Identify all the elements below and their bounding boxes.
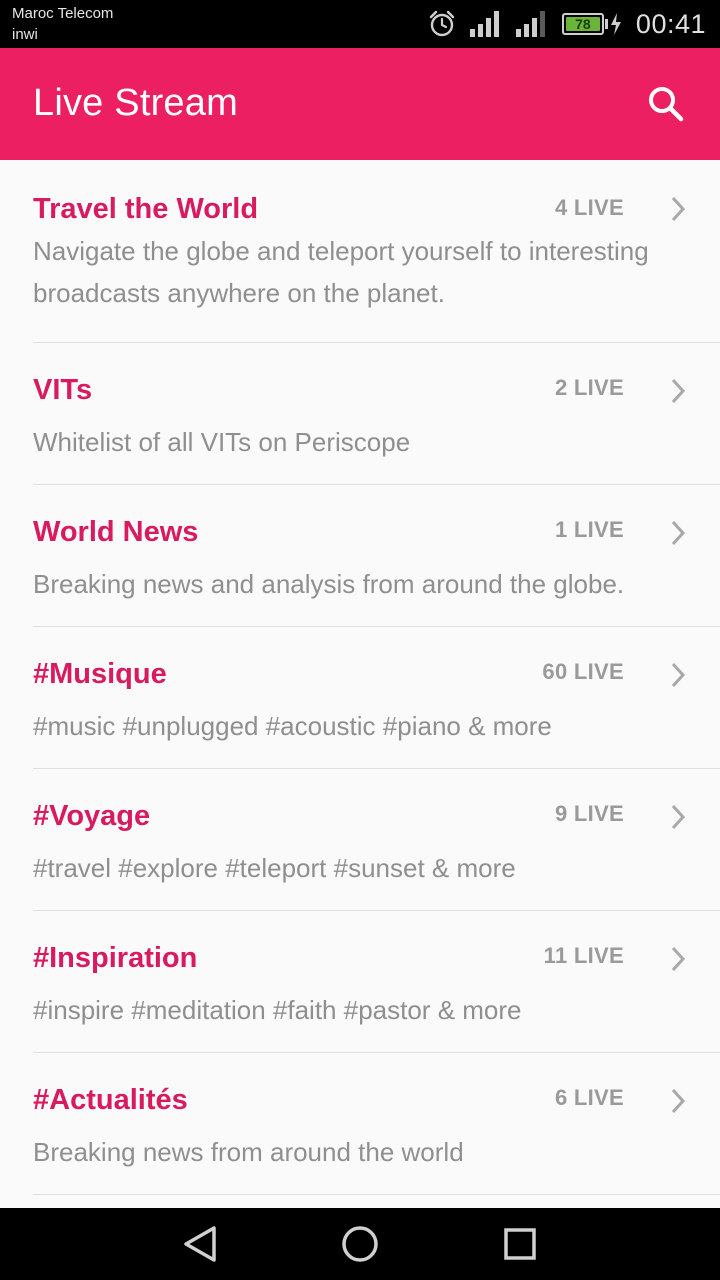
chevron-right-icon [671,196,686,222]
channel-title: #Musique [33,658,167,690]
channel-description: #music #unplugged #acoustic #piano & mor… [33,711,552,741]
chevron-right-icon [671,804,686,830]
channel-title: #Inspiration [33,942,198,974]
page-title: Live Stream [33,82,238,124]
channel-title: VITs [33,374,93,406]
channel-description: Breaking news and analysis from around t… [33,569,625,599]
chevron-right-icon [671,946,686,972]
battery-charging-icon: 78 [561,13,622,35]
channel-row-inspiration[interactable]: #Inspiration 11 LIVE #inspire #meditatio… [0,911,720,1053]
channel-title: World News [33,516,199,548]
chevron-right-icon [671,520,686,546]
recents-icon [504,1228,536,1260]
channel-title: #Actualités [33,1084,188,1116]
channel-description: #travel #explore #teleport #sunset & mor… [33,853,516,883]
signal-icon-2 [515,11,548,37]
home-icon [342,1226,378,1262]
channel-title: #Voyage [33,800,151,832]
carrier-info: Maroc Telecom inwi [12,4,113,46]
live-count: 9 LIVE [554,801,624,826]
back-button[interactable] [178,1222,222,1266]
live-count: 1 LIVE [554,517,624,542]
app-bar: Live Stream [0,48,720,160]
channel-description: Breaking news from around the world [33,1137,464,1167]
divider [33,1194,720,1195]
channel-description: Navigate the globe and teleport yourself… [33,236,649,308]
back-icon [184,1226,216,1262]
channel-row-world-news[interactable]: World News 1 LIVE Breaking news and anal… [0,485,720,627]
channel-description: Whitelist of all VITs on Periscope [33,427,411,457]
channel-list: Travel the World 4 LIVE Navigate the glo… [0,160,720,1208]
live-count: 60 LIVE [542,659,624,684]
alarm-icon [428,10,456,38]
battery-level: 78 [565,16,600,32]
live-count: 4 LIVE [554,195,624,220]
clock: 00:41 [635,8,706,39]
live-count: 11 LIVE [543,943,624,968]
chevron-right-icon [671,378,686,404]
signal-icon [469,11,502,37]
status-icons: 78 00:41 [428,0,706,48]
channel-title: Travel the World [33,193,259,225]
home-button[interactable] [338,1222,382,1266]
carrier-primary: Maroc Telecom [12,5,114,22]
carrier-secondary: inwi [12,26,38,43]
navigation-bar [0,1208,720,1280]
chevron-right-icon [671,1088,686,1114]
live-count: 2 LIVE [554,375,624,400]
channel-row-voyage[interactable]: #Voyage 9 LIVE #travel #explore #telepor… [0,769,720,911]
chevron-right-icon [671,662,686,688]
channel-row-actualites[interactable]: #Actualités 6 LIVE Breaking news from ar… [0,1053,720,1195]
live-count: 6 LIVE [554,1085,624,1110]
recents-button[interactable] [498,1222,542,1266]
channel-description: #inspire #meditation #faith #pastor & mo… [33,995,522,1025]
search-button[interactable] [642,80,690,128]
channel-row-travel-the-world[interactable]: Travel the World 4 LIVE Navigate the glo… [0,160,720,343]
channel-row-musique[interactable]: #Musique 60 LIVE #music #unplugged #acou… [0,627,720,769]
status-bar: Maroc Telecom inwi 78 00:41 [0,0,720,48]
search-icon [649,87,684,122]
channel-row-vits[interactable]: VITs 2 LIVE Whitelist of all VITs on Per… [0,343,720,485]
